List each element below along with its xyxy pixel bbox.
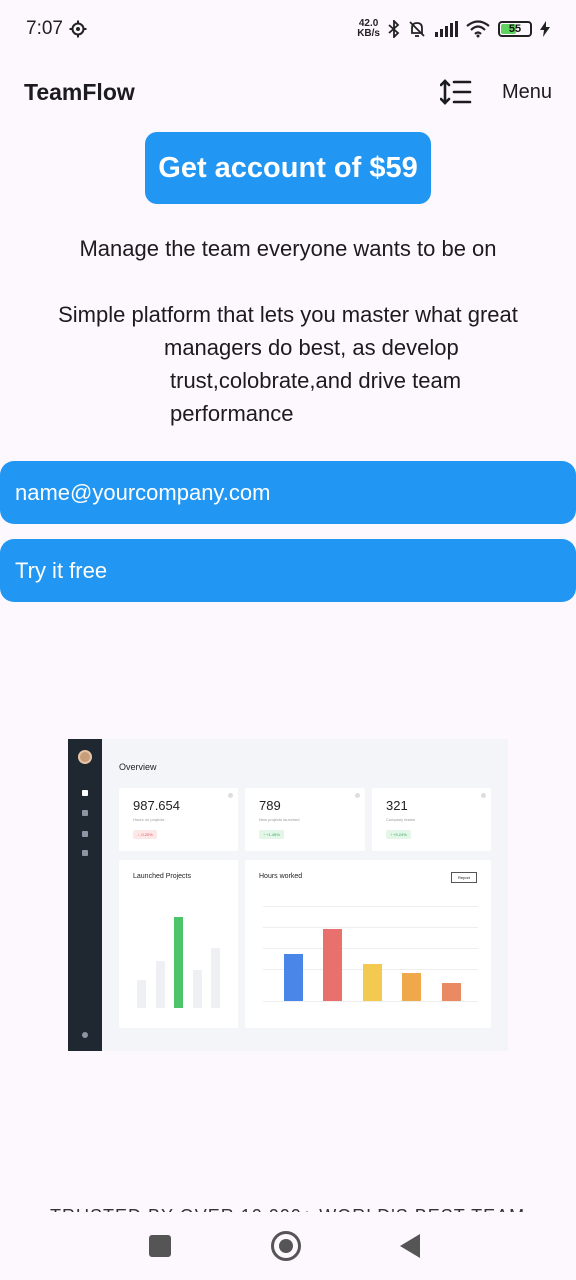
chart-bar [193, 970, 202, 1008]
menu-button[interactable]: Menu [502, 81, 552, 104]
stat-card: 789 New projects launched ↑ +1.45% [245, 788, 365, 851]
app-bar: TeamFlow Menu [0, 62, 576, 122]
status-time: 7:07 [26, 18, 63, 39]
system-nav-bar [0, 1212, 576, 1280]
info-icon [355, 793, 360, 798]
chart-bar [442, 983, 461, 1001]
document-icon [82, 810, 88, 816]
chart-bar [137, 980, 146, 1008]
recents-button[interactable] [149, 1235, 171, 1257]
help-icon [82, 1032, 88, 1038]
stat-badge: ↑ +1.45% [259, 830, 284, 839]
stat-label: New projects launched [259, 817, 300, 822]
stat-card: 321 Company teams ↑ +5.24% [372, 788, 491, 851]
settings-icon [82, 850, 88, 856]
gridline [263, 906, 478, 907]
chart-bar [323, 929, 342, 1001]
info-icon [481, 793, 486, 798]
description-line-1: Simple platform that lets you master wha… [58, 302, 518, 327]
description-line-4: performance [170, 401, 294, 426]
description-line-2: managers do best, as develop [164, 335, 459, 360]
stat-label: Company teams [386, 817, 416, 822]
wifi-icon [466, 20, 490, 38]
chart-bar [402, 973, 421, 1001]
hours-worked-panel: Hours worked Report [245, 860, 491, 1028]
battery-icon: 55 [498, 21, 532, 37]
stat-badge: ↓ -0.25% [133, 830, 157, 839]
bluetooth-icon [388, 20, 400, 38]
app-actions: Menu [439, 79, 552, 105]
email-field[interactable]: name@yourcompany.com [0, 461, 576, 524]
stat-badge: ↑ +5.24% [386, 830, 411, 839]
app-title: TeamFlow [24, 78, 135, 105]
line-spacing-icon[interactable] [439, 79, 472, 105]
stat-value: 987.654 [133, 798, 180, 813]
status-right: 42.0 KB/s 55 [357, 19, 550, 39]
stat-value: 321 [386, 798, 408, 813]
stat-label: Hours on projects [133, 817, 165, 822]
launched-projects-panel: Launched Projects [119, 860, 238, 1028]
description: Simple platform that lets you master wha… [20, 298, 556, 430]
stat-card: 987.654 Hours on projects ↓ -0.25% [119, 788, 238, 851]
chart-bar [211, 948, 220, 1008]
dashboard-title: Overview [119, 762, 157, 772]
gridline [263, 948, 478, 949]
panel-title: Launched Projects [133, 873, 191, 880]
dashboard-preview: Overview 987.654 Hours on projects ↓ -0.… [68, 739, 508, 1051]
home-icon [82, 790, 88, 796]
info-icon [228, 793, 233, 798]
gridline [263, 1001, 478, 1002]
status-bar: 7:07 42.0 KB/s 55 [0, 0, 576, 58]
net-speed-unit: KB/s [357, 28, 380, 39]
notifications-off-icon [409, 21, 425, 37]
stat-value: 789 [259, 798, 281, 813]
chart-bar [156, 961, 165, 1008]
dashboard-sidebar [68, 739, 102, 1051]
headline: Manage the team everyone wants to be on [79, 236, 497, 261]
status-left: 7:07 [26, 18, 87, 40]
description-line-3: trust,colobrate,and drive team [170, 368, 462, 393]
signal-icon [435, 21, 458, 37]
report-button: Report [450, 872, 477, 883]
get-account-button[interactable]: Get account of $59 [145, 132, 431, 204]
back-button[interactable] [400, 1234, 420, 1258]
net-speed: 42.0 KB/s [357, 19, 380, 39]
gridline [263, 927, 478, 928]
battery-level: 55 [508, 23, 522, 35]
chart-bar [363, 964, 382, 1001]
settings-gear-icon [69, 20, 87, 38]
try-it-free-button[interactable]: Try it free [0, 539, 576, 602]
avatar [78, 750, 92, 764]
chart-bar [174, 917, 183, 1008]
users-icon [82, 831, 88, 837]
chart-bar [284, 954, 303, 1001]
charging-icon [540, 21, 550, 37]
panel-title: Hours worked [259, 873, 303, 880]
home-button[interactable] [271, 1231, 301, 1261]
